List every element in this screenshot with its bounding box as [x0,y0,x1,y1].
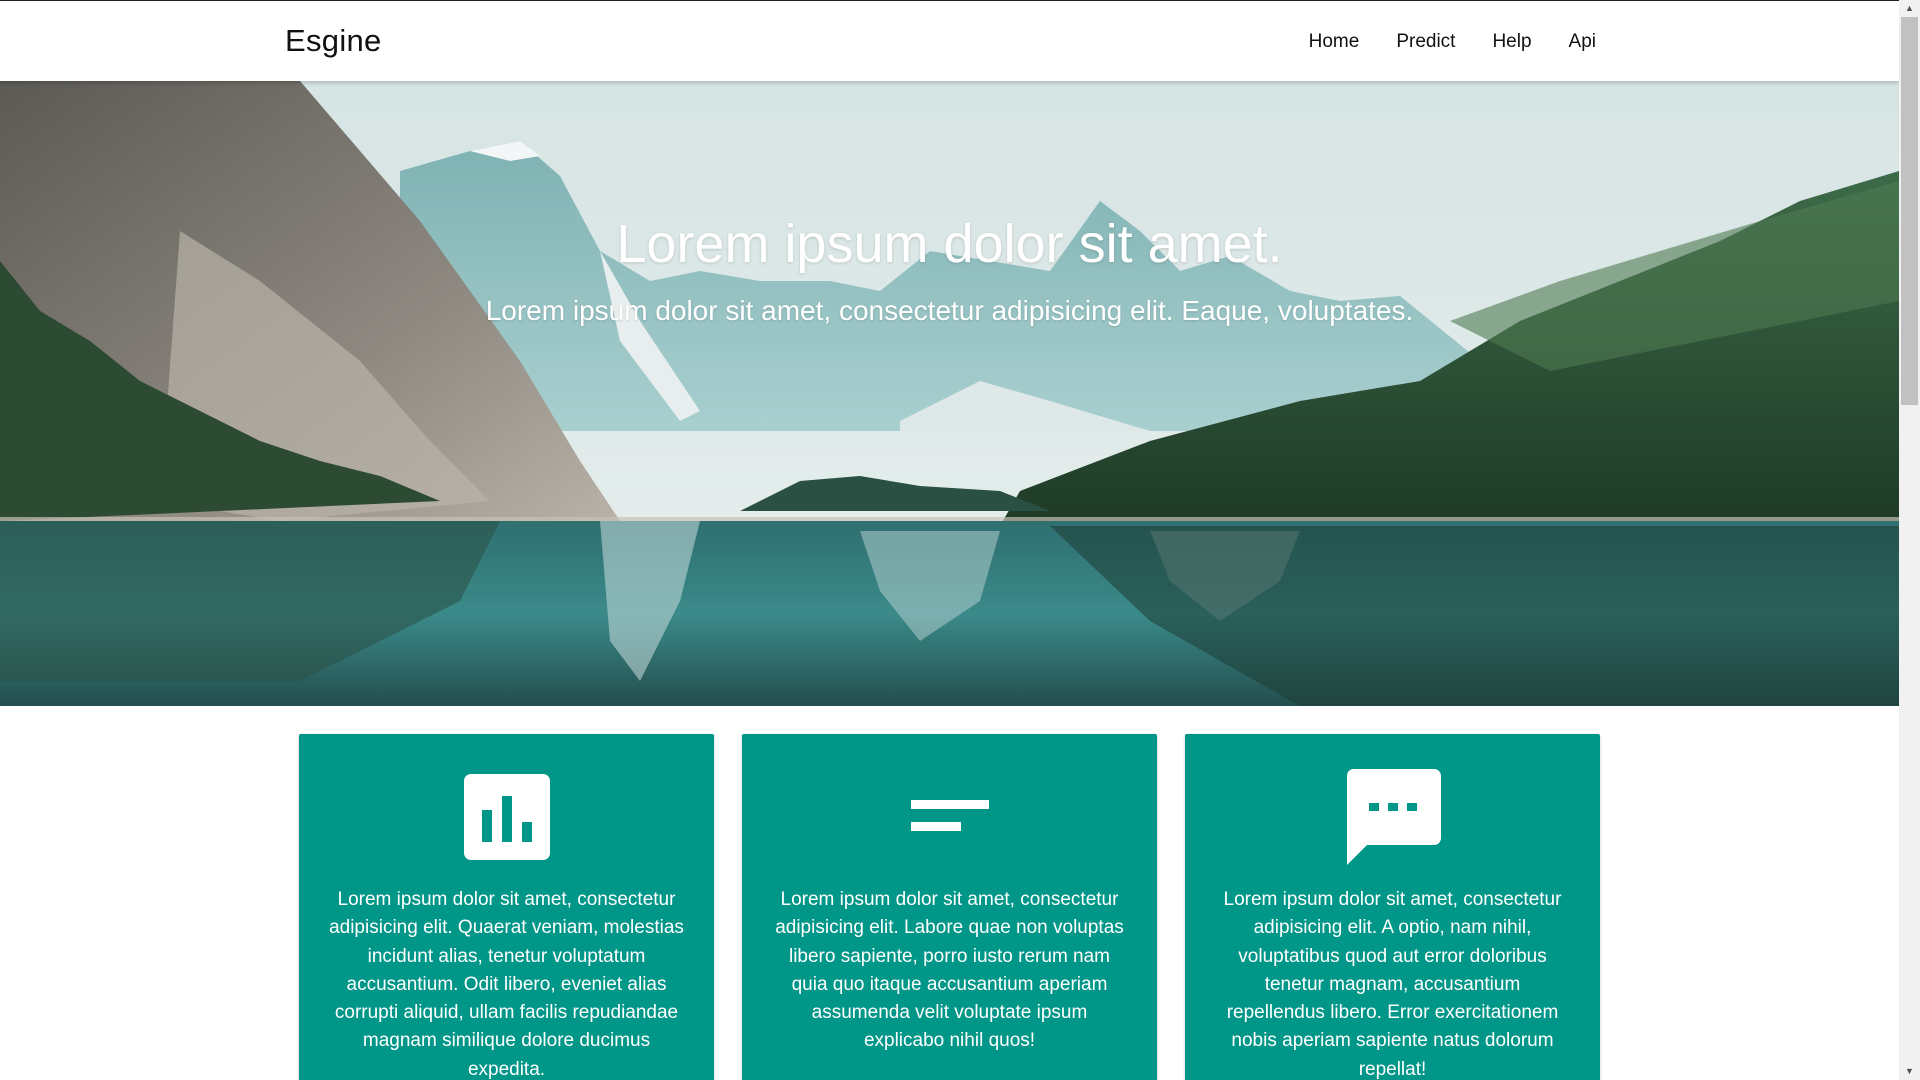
feature-card-text: Lorem ipsum dolor sit amet, consectetur … [1223,889,1562,1080]
nav-link-api[interactable]: Api [1569,31,1596,53]
hero-section: Lorem ipsum dolor sit amet. Lorem ipsum … [0,81,1899,706]
feature-card-2: Lorem ipsum dolor sit amet, consectetur … [742,734,1157,1080]
scroll-down-arrow-icon[interactable]: ▼ [1899,1063,1920,1080]
page-content: Esgine Home Predict Help Api Lorem ipsum… [0,0,1899,1080]
feature-card-text: Lorem ipsum dolor sit amet, consectetur … [329,889,684,1080]
nav-link-help[interactable]: Help [1492,31,1531,53]
bar-chart-icon [463,774,550,860]
navbar: Esgine Home Predict Help Api [0,0,1899,81]
page: Esgine Home Predict Help Api Lorem ipsum… [0,0,1920,1080]
vertical-scrollbar[interactable]: ▲ ▼ [1899,0,1920,1080]
nav-links: Home Predict Help Api [1272,31,1596,53]
chat-bubble-icon [1346,769,1441,865]
brand-logo[interactable]: Esgine [285,23,382,59]
feature-card-3: Lorem ipsum dolor sit amet, consectetur … [1185,734,1600,1080]
scrollbar-thumb[interactable] [1901,17,1918,405]
hero-title: Lorem ipsum dolor sit amet. [616,214,1283,274]
hero-subtitle: Lorem ipsum dolor sit amet, consectetur … [485,295,1414,326]
feature-card-text: Lorem ipsum dolor sit amet, consectetur … [775,889,1124,1052]
short-text-icon [910,800,989,831]
scroll-up-arrow-icon[interactable]: ▲ [1899,0,1920,17]
nav-link-predict[interactable]: Predict [1396,31,1455,53]
nav-link-home[interactable]: Home [1309,31,1360,53]
hero-background-image [0,81,1899,706]
feature-card-1: Lorem ipsum dolor sit amet, consectetur … [299,734,714,1080]
